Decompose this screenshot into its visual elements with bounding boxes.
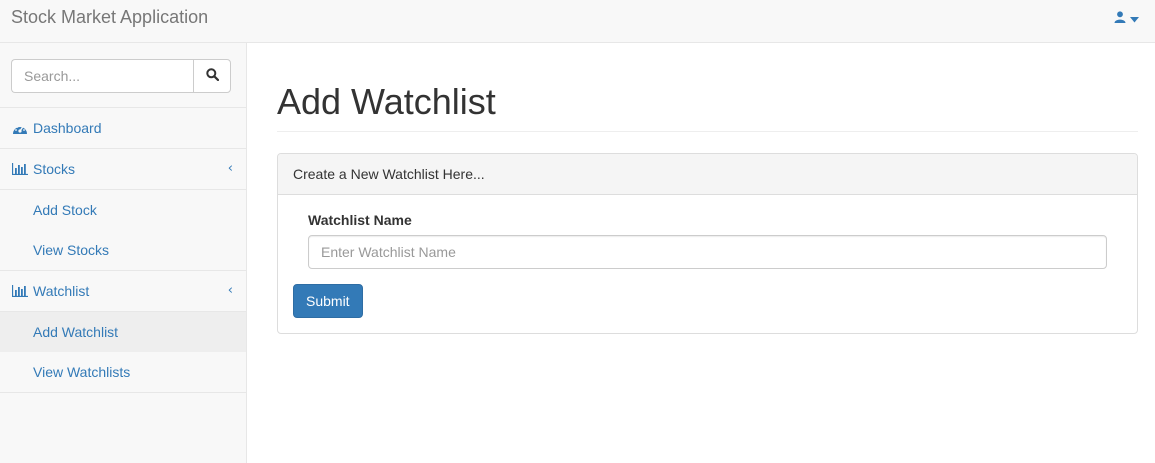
sidebar-search [0, 43, 246, 108]
watchlist-name-input[interactable] [308, 235, 1107, 269]
caret-down-icon [1130, 10, 1139, 26]
sidebar-subitem-view-watchlists[interactable]: View Watchlists [0, 352, 246, 392]
watchlist-submenu: Add Watchlist View Watchlists [0, 312, 246, 393]
sidebar: Dashboard Stocks ‹ Add Stock View Stocks [0, 43, 247, 463]
user-icon [1114, 10, 1126, 26]
stocks-submenu: Add Stock View Stocks [0, 190, 246, 271]
search-input[interactable] [11, 59, 194, 93]
dashboard-icon [12, 121, 28, 135]
sidebar-subitem-add-stock[interactable]: Add Stock [0, 190, 246, 230]
bar-chart-icon [12, 284, 28, 298]
watchlist-panel: Create a New Watchlist Here... Watchlist… [277, 153, 1138, 334]
chevron-left-icon[interactable]: ‹ [228, 283, 233, 298]
sidebar-subitem-view-stocks[interactable]: View Stocks [0, 230, 246, 270]
sidebar-item-stocks[interactable]: Stocks ‹ [0, 149, 246, 190]
user-menu[interactable] [1114, 11, 1139, 25]
panel-heading: Create a New Watchlist Here... [278, 154, 1137, 195]
submit-button[interactable]: Submit [293, 284, 363, 318]
bar-chart-icon [12, 162, 28, 176]
panel-body: Watchlist Name Submit [278, 195, 1137, 333]
search-button[interactable] [193, 59, 231, 93]
sidebar-item-label: Stocks [33, 161, 76, 177]
app-brand[interactable]: Stock Market Application [11, 7, 208, 27]
sidebar-item-watchlist[interactable]: Watchlist ‹ [0, 271, 246, 312]
sidebar-subitem-add-watchlist[interactable]: Add Watchlist [0, 312, 246, 352]
page-title: Add Watchlist [277, 82, 1138, 132]
watchlist-name-label: Watchlist Name [308, 212, 412, 228]
sidebar-item-dashboard[interactable]: Dashboard [0, 108, 246, 149]
main-content: Add Watchlist Create a New Watchlist Her… [277, 43, 1138, 334]
search-icon [205, 68, 219, 84]
chevron-left-icon[interactable]: ‹ [228, 161, 233, 176]
top-navbar: Stock Market Application [0, 0, 1155, 43]
sidebar-item-label: Dashboard [33, 120, 102, 136]
sidebar-item-label: Watchlist [33, 283, 90, 299]
